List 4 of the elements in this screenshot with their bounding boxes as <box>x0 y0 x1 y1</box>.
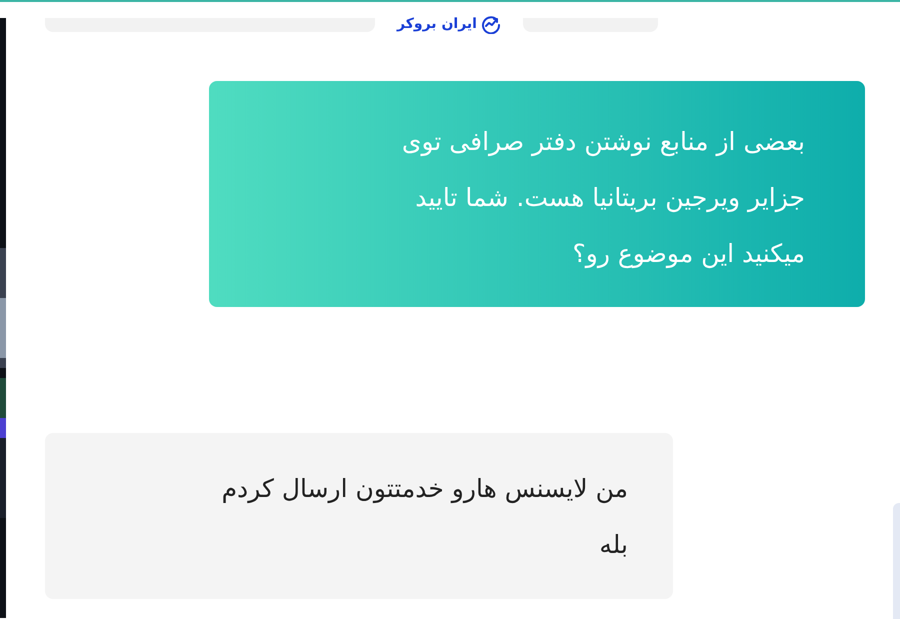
message-bubble: من لایسنس هارو خدمتتون ارسال کردم بله <box>45 433 673 599</box>
logo-text: ایران بروکر <box>397 16 477 32</box>
chart-icon <box>480 14 501 34</box>
message-bubble: بعضی از منابع نوشتن دفتر صرافی توی جزایر ویرجین بریتانیا هست. شما تایید میکنید این موضوع رو؟ <box>209 81 865 307</box>
